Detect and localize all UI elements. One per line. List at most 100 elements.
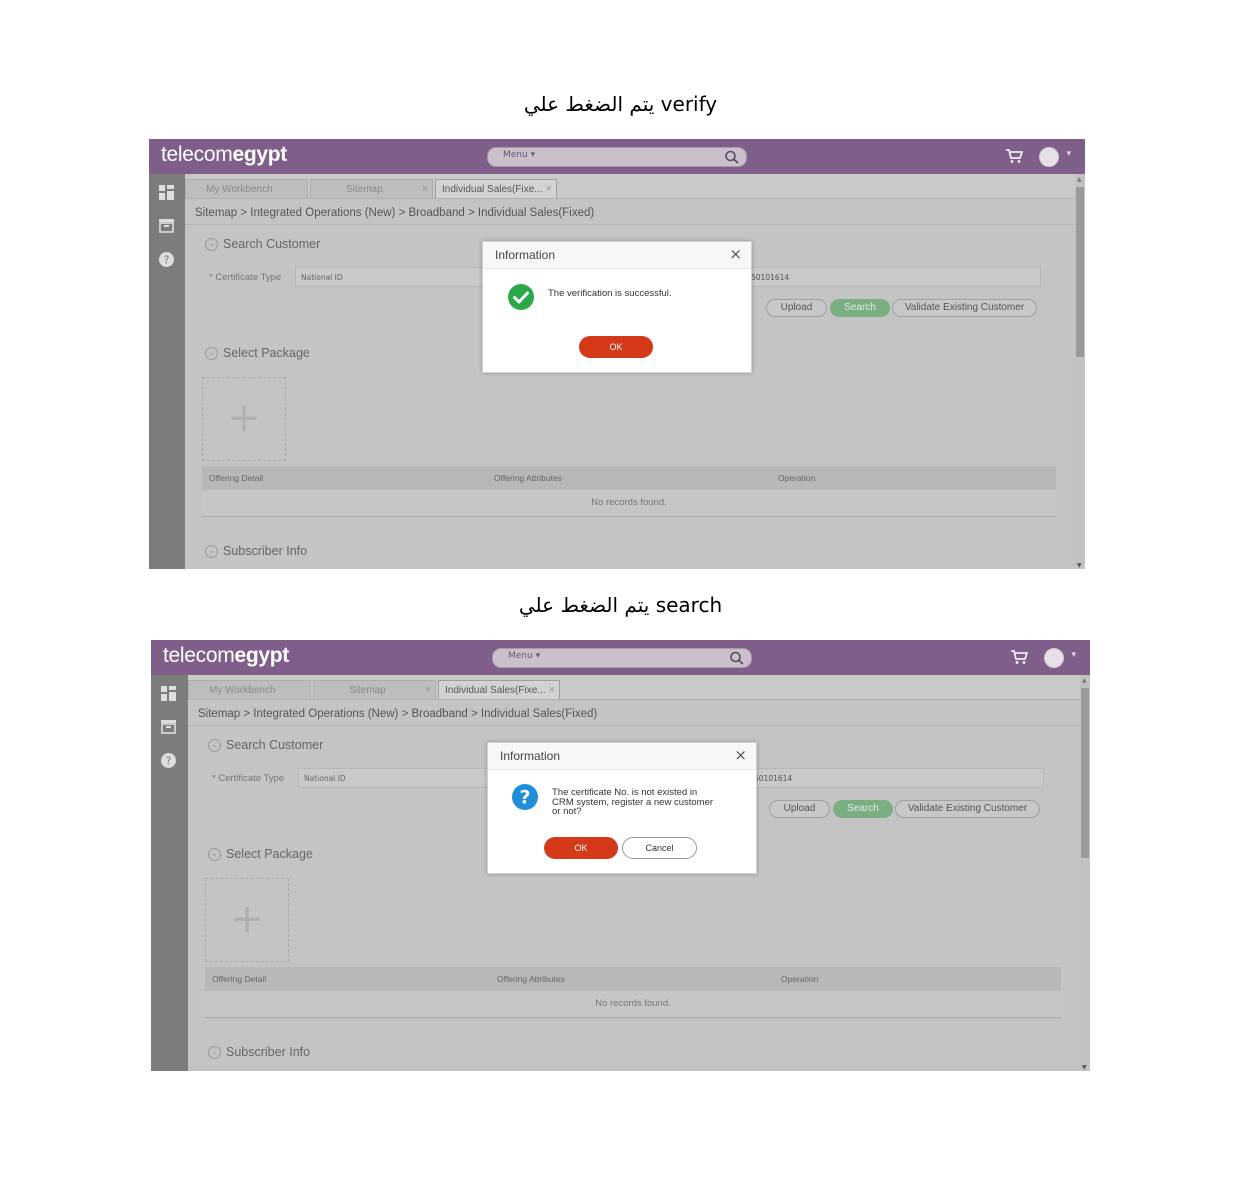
section-select-package[interactable]: ⌄ Select Package xyxy=(208,847,313,862)
search-icon[interactable] xyxy=(724,149,740,165)
scroll-down-icon[interactable]: ▼ xyxy=(1077,562,1082,569)
certificate-no-input[interactable]: 50101614 xyxy=(748,768,1044,788)
chevron-down-icon[interactable]: ⌄ xyxy=(205,545,218,559)
certificate-type-label: * Certificate Type xyxy=(209,272,282,283)
certificate-no-input[interactable]: 50101614 xyxy=(745,267,1041,287)
divider xyxy=(185,224,1077,225)
breadcrumb: Sitemap > Integrated Operations (New) > … xyxy=(198,708,598,720)
cancel-button[interactable]: Cancel xyxy=(622,837,697,859)
tab-strip: My Workbench Sitemap × Individual Sales(F… xyxy=(185,174,1085,199)
add-package-box[interactable]: + xyxy=(202,377,286,461)
dialog-header: Information × xyxy=(483,242,751,269)
validate-existing-customer-button[interactable]: Validate Existing Customer xyxy=(892,299,1037,317)
archive-icon[interactable] xyxy=(160,718,177,735)
column-header: Offering Detail xyxy=(212,974,267,984)
information-dialog: Information × ? The certificate No. is n… xyxy=(487,742,757,874)
plus-icon[interactable]: + xyxy=(206,879,288,961)
dashboard-icon[interactable] xyxy=(160,685,177,702)
svg-text:?: ? xyxy=(166,755,172,768)
certificate-type-label: * Certificate Type xyxy=(212,773,285,784)
chevron-down-icon[interactable]: ⌄ xyxy=(208,1046,221,1060)
menu-dropdown[interactable]: Menu ▾ xyxy=(508,651,540,661)
tab-individual-sales[interactable]: Individual Sales(Fixe... × xyxy=(435,179,557,198)
cart-icon[interactable] xyxy=(1005,148,1023,164)
archive-icon[interactable] xyxy=(158,217,175,234)
close-icon[interactable]: × xyxy=(734,746,747,764)
scroll-up-icon[interactable]: ▲ xyxy=(1082,677,1087,684)
close-icon[interactable]: × xyxy=(729,245,742,263)
chevron-down-icon[interactable]: ⌄ xyxy=(208,848,221,862)
dialog-message: The verification is successful. xyxy=(548,288,672,299)
help-icon[interactable]: ? xyxy=(158,251,175,268)
logo: telecomegypt xyxy=(163,644,289,667)
tab-sitemap[interactable]: Sitemap × xyxy=(310,179,433,198)
divider xyxy=(188,725,1082,726)
tab-my-workbench[interactable]: My Workbench xyxy=(188,680,311,699)
validate-existing-customer-button[interactable]: Validate Existing Customer xyxy=(895,800,1040,818)
search-icon[interactable] xyxy=(729,650,745,666)
dialog-title: Information xyxy=(495,248,556,262)
close-icon[interactable]: × xyxy=(422,180,428,199)
question-circle-icon: ? xyxy=(512,784,538,810)
avatar[interactable] xyxy=(1039,147,1059,167)
menu-search-bar[interactable]: Menu ▾ xyxy=(492,648,752,668)
section-search-customer[interactable]: ⌄ Search Customer xyxy=(205,237,320,252)
certificate-type-select[interactable]: National ID xyxy=(298,768,488,788)
column-header: Operation xyxy=(781,974,819,984)
scroll-thumb[interactable] xyxy=(1081,688,1089,858)
help-icon[interactable]: ? xyxy=(160,752,177,769)
information-dialog: Information × The verification is succes… xyxy=(482,241,752,373)
column-header: Offering Detail xyxy=(209,473,264,483)
column-header: Offering Attributes xyxy=(497,974,565,984)
tab-sitemap[interactable]: Sitemap × xyxy=(313,680,436,699)
scrollbar[interactable]: ▲ ▼ xyxy=(1080,675,1090,1071)
search-button[interactable]: Search xyxy=(830,299,890,317)
chevron-down-icon[interactable]: ▾ xyxy=(1066,149,1071,159)
scrollbar[interactable]: ▲ ▼ xyxy=(1075,174,1085,569)
search-button[interactable]: Search xyxy=(833,800,893,818)
scroll-up-icon[interactable]: ▲ xyxy=(1077,176,1082,183)
section-subscriber-info[interactable]: ⌄ Subscriber Info xyxy=(205,544,307,559)
chevron-down-icon[interactable]: ⌄ xyxy=(208,739,221,753)
empty-table-row: No records found. xyxy=(202,490,1056,517)
top-bar: telecomegypt Menu ▾ ▾ xyxy=(151,640,1090,675)
check-circle-icon xyxy=(508,284,534,310)
add-package-box[interactable]: + xyxy=(205,878,289,962)
dialog-title: Information xyxy=(500,749,561,763)
left-sidebar: ? xyxy=(151,675,188,1071)
package-table-header: Offering Detail Offering Attributes Oper… xyxy=(202,466,1056,490)
menu-dropdown[interactable]: Menu ▾ xyxy=(503,150,535,160)
chevron-down-icon[interactable]: ⌄ xyxy=(205,238,218,252)
section-subscriber-info[interactable]: ⌄ Subscriber Info xyxy=(208,1045,310,1060)
scroll-thumb[interactable] xyxy=(1076,187,1084,357)
scroll-down-icon[interactable]: ▼ xyxy=(1082,1064,1087,1071)
section-search-customer[interactable]: ⌄ Search Customer xyxy=(208,738,323,753)
caption-search: يتم الضغط علي search xyxy=(518,593,723,617)
menu-search-bar[interactable]: Menu ▾ xyxy=(487,147,747,167)
chevron-down-icon[interactable]: ▾ xyxy=(1071,650,1076,660)
dialog-header: Information × xyxy=(488,743,756,770)
close-icon[interactable]: × xyxy=(425,681,431,700)
dialog-message-line: or not? xyxy=(552,806,582,817)
tab-my-workbench[interactable]: My Workbench xyxy=(185,179,308,198)
close-icon[interactable]: × xyxy=(549,681,555,700)
chevron-down-icon[interactable]: ⌄ xyxy=(205,347,218,361)
certificate-type-select[interactable]: National ID xyxy=(295,267,485,287)
section-select-package[interactable]: ⌄ Select Package xyxy=(205,346,310,361)
cart-icon[interactable] xyxy=(1010,649,1028,665)
ok-button[interactable]: OK xyxy=(544,837,618,859)
screenshot-search: telecomegypt Menu ▾ ▾ ? My Workbench Sit… xyxy=(151,640,1090,1071)
ok-button[interactable]: OK xyxy=(579,336,653,358)
avatar[interactable] xyxy=(1044,648,1064,668)
upload-button[interactable]: Upload xyxy=(766,299,827,317)
column-header: Offering Attributes xyxy=(494,473,562,483)
plus-icon[interactable]: + xyxy=(203,378,285,460)
breadcrumb: Sitemap > Integrated Operations (New) > … xyxy=(195,207,595,219)
upload-button[interactable]: Upload xyxy=(769,800,830,818)
tab-individual-sales[interactable]: Individual Sales(Fixe... × xyxy=(438,680,560,699)
caption-verify: يتم الضغط علي verify xyxy=(523,92,718,116)
dashboard-icon[interactable] xyxy=(158,184,175,201)
screenshot-verify: telecomegypt Menu ▾ ▾ ? My Workbench Sit… xyxy=(149,139,1085,569)
close-icon[interactable]: × xyxy=(546,180,552,199)
svg-text:?: ? xyxy=(519,787,530,809)
